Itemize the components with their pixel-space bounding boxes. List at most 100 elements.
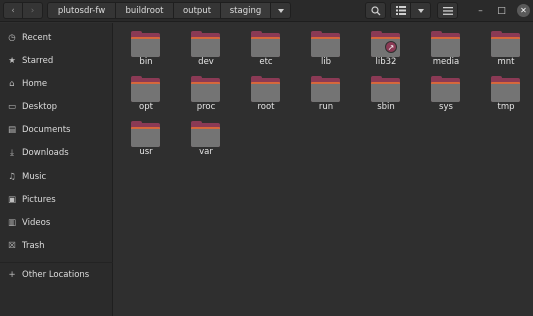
sidebar-item-trash[interactable]: ☒ Trash bbox=[0, 236, 113, 256]
folder-name: usr bbox=[139, 147, 153, 157]
sidebar-item-starred[interactable]: ★ Starred bbox=[0, 51, 113, 71]
sidebar-item-recent[interactable]: ◷ Recent bbox=[0, 28, 113, 48]
folder-name: run bbox=[318, 102, 334, 112]
folder-item[interactable]: mnt bbox=[476, 26, 533, 71]
home-icon: ⌂ bbox=[9, 79, 15, 89]
folder-item[interactable]: usr bbox=[116, 116, 176, 161]
forward-button[interactable]: › bbox=[23, 2, 43, 19]
folder-item[interactable]: opt bbox=[116, 71, 176, 116]
list-view-button[interactable] bbox=[390, 2, 411, 19]
breadcrumb-item-plutosdr-fw[interactable]: plutosdr-fw bbox=[47, 2, 116, 19]
folder-name: dev bbox=[198, 57, 214, 67]
sidebar-item-documents[interactable]: ▤ Documents bbox=[0, 120, 113, 140]
close-button[interactable]: ✕ bbox=[517, 4, 530, 17]
folder-item[interactable]: media bbox=[416, 26, 476, 71]
folder-item[interactable]: tmp bbox=[476, 71, 533, 116]
breadcrumb: plutosdr-fw buildroot output staging bbox=[47, 2, 291, 19]
symlink-arrow-icon: ↗ bbox=[385, 41, 397, 53]
sidebar-item-label: Videos bbox=[22, 218, 51, 228]
folder-icon bbox=[191, 31, 220, 57]
folder-icon bbox=[431, 76, 460, 102]
chevron-right-icon: › bbox=[30, 5, 35, 16]
path-menu-button[interactable] bbox=[271, 2, 291, 19]
folder-item[interactable]: run bbox=[296, 71, 356, 116]
sidebar-item-label: Downloads bbox=[22, 148, 69, 158]
folder-icon bbox=[491, 31, 520, 57]
folder-item[interactable]: var bbox=[176, 116, 236, 161]
sidebar-item-label: Other Locations bbox=[22, 270, 90, 280]
close-icon: ✕ bbox=[520, 6, 527, 15]
folder-icon bbox=[131, 121, 160, 147]
picture-icon: ▣ bbox=[7, 195, 17, 205]
folder-item[interactable]: proc bbox=[176, 71, 236, 116]
sidebar-item-label: Desktop bbox=[22, 102, 58, 112]
chevron-left-icon: ‹ bbox=[11, 5, 15, 16]
sidebar-item-home[interactable]: ⌂ Home bbox=[0, 74, 113, 94]
folder-item[interactable]: etc bbox=[236, 26, 296, 71]
folder-icon bbox=[431, 31, 460, 57]
view-menu-button[interactable] bbox=[411, 2, 431, 19]
sidebar-item-music[interactable]: ♫ Music bbox=[0, 167, 113, 187]
sidebar-item-label: Pictures bbox=[22, 195, 56, 205]
view-options bbox=[390, 2, 431, 19]
folder-name: tmp bbox=[497, 102, 515, 112]
folder-icon bbox=[251, 31, 280, 57]
sidebar-item-label: Music bbox=[22, 172, 47, 182]
folder-icon: ↗ bbox=[371, 31, 400, 57]
search-button[interactable] bbox=[365, 2, 386, 19]
folder-item[interactable]: dev bbox=[176, 26, 236, 71]
sidebar-item-label: Home bbox=[22, 79, 48, 89]
minimize-icon: – bbox=[478, 5, 483, 16]
folder-name: opt bbox=[139, 102, 153, 112]
sidebar-item-videos[interactable]: ▥ Videos bbox=[0, 213, 113, 233]
document-icon: ▤ bbox=[7, 125, 17, 135]
folder-item[interactable]: sbin bbox=[356, 71, 416, 116]
breadcrumb-item-output[interactable]: output bbox=[174, 2, 221, 19]
sidebar-item-other-locations[interactable]: + Other Locations bbox=[0, 265, 113, 285]
folder-icon bbox=[131, 76, 160, 102]
folder-icon bbox=[491, 76, 520, 102]
sidebar: ◷ Recent ★ Starred ⌂ Home ▭ Desktop ▤ Documen… bbox=[0, 23, 113, 316]
breadcrumb-item-staging[interactable]: staging bbox=[221, 2, 271, 19]
chevron-down-icon bbox=[277, 8, 284, 13]
folder-icon bbox=[191, 121, 220, 147]
sidebar-item-pictures[interactable]: ▣ Pictures bbox=[0, 190, 113, 210]
folder-name: var bbox=[199, 147, 213, 157]
header-bar: ‹ › plutosdr-fw buildroot output staging… bbox=[0, 0, 533, 22]
download-icon: ⤓ bbox=[10, 148, 14, 158]
clock-icon: ◷ bbox=[8, 33, 16, 43]
folder-name: sys bbox=[439, 102, 453, 112]
folder-name: etc bbox=[259, 57, 273, 67]
folder-item[interactable]: bin bbox=[116, 26, 176, 71]
folder-name: sbin bbox=[377, 102, 395, 112]
list-view-icon bbox=[395, 6, 406, 15]
main-menu-button[interactable] bbox=[437, 2, 458, 19]
back-button[interactable]: ‹ bbox=[3, 2, 23, 19]
minimize-button[interactable]: – bbox=[474, 4, 487, 17]
breadcrumb-item-buildroot[interactable]: buildroot bbox=[116, 2, 174, 19]
sidebar-item-downloads[interactable]: ⤓ Downloads bbox=[0, 143, 113, 163]
folder-name: root bbox=[257, 102, 275, 112]
folder-name: bin bbox=[139, 57, 153, 67]
desktop-icon: ▭ bbox=[7, 102, 17, 112]
maximize-button[interactable]: □ bbox=[495, 4, 508, 17]
folder-item[interactable]: root bbox=[236, 71, 296, 116]
navigation-buttons: ‹ › bbox=[3, 2, 43, 19]
chevron-down-icon bbox=[417, 8, 424, 13]
folder-name: lib32 bbox=[375, 57, 397, 67]
folder-icon bbox=[311, 76, 340, 102]
folder-name: mnt bbox=[497, 57, 515, 67]
folder-icon bbox=[371, 76, 400, 102]
search-icon bbox=[370, 5, 380, 15]
folder-icon bbox=[251, 76, 280, 102]
folder-item[interactable]: lib bbox=[296, 26, 356, 71]
folder-name: lib bbox=[320, 57, 332, 67]
folder-item[interactable]: sys bbox=[416, 71, 476, 116]
folder-icon bbox=[311, 31, 340, 57]
plus-icon: + bbox=[8, 270, 16, 280]
folder-icon bbox=[131, 31, 160, 57]
folder-name: media bbox=[432, 57, 460, 67]
sidebar-item-desktop[interactable]: ▭ Desktop bbox=[0, 97, 113, 117]
sidebar-item-label: Recent bbox=[22, 33, 52, 43]
folder-item[interactable]: ↗ lib32 bbox=[356, 26, 416, 71]
